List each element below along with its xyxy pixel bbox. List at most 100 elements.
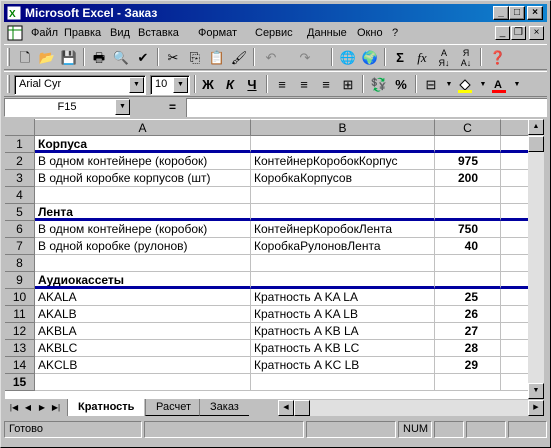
prev-sheet-icon[interactable]: ◀ xyxy=(21,401,35,415)
grid-cell[interactable]: КонтейнерКоробокКорпус xyxy=(251,153,435,170)
undo-icon[interactable]: ↶ xyxy=(260,47,282,69)
row-header[interactable]: 8 xyxy=(5,255,35,272)
grid-cell[interactable] xyxy=(435,187,501,204)
scroll-thumb[interactable] xyxy=(528,136,544,152)
grid-cell[interactable] xyxy=(501,357,528,374)
name-box[interactable]: F15 xyxy=(4,98,130,117)
bold-button[interactable]: Ж xyxy=(197,74,219,96)
formula-equals-sign[interactable]: = xyxy=(169,100,176,114)
workbook-icon[interactable] xyxy=(7,25,23,41)
title-bar[interactable]: X Microsoft Excel - Заказ _ □ × xyxy=(4,4,547,22)
sheet-tab-kratnost[interactable]: Кратность xyxy=(67,399,145,416)
next-sheet-icon[interactable]: ▶ xyxy=(35,401,49,415)
horizontal-scrollbar[interactable]: ◀ ▶ xyxy=(278,400,544,416)
print-preview-icon[interactable]: 🔍 xyxy=(110,47,132,69)
grid-cell[interactable] xyxy=(35,374,251,391)
chevron-down-icon[interactable]: ▼ xyxy=(506,74,528,96)
worksheet-grid[interactable]: A B C 1 Корпуса 2 В одном контейнере (короб… xyxy=(5,119,528,399)
formula-input[interactable] xyxy=(186,98,547,117)
web-toolbar-icon[interactable]: 🌍 xyxy=(359,47,381,69)
align-right-icon[interactable]: ≡ xyxy=(315,74,337,96)
grid-cell[interactable]: 975 xyxy=(435,153,501,170)
grid-cell[interactable]: 750 xyxy=(435,221,501,238)
row-header[interactable]: 2 xyxy=(5,153,35,170)
grid-cell[interactable]: Кратность A KA LA xyxy=(251,289,435,306)
grid-cell[interactable] xyxy=(251,255,435,272)
copy-icon[interactable]: ⎘ xyxy=(184,47,206,69)
grid-cell[interactable] xyxy=(35,187,251,204)
save-icon[interactable]: 💾 xyxy=(58,47,80,69)
grid-cell[interactable]: AKBLA xyxy=(35,323,251,340)
hyperlink-icon[interactable]: 🌐 xyxy=(337,47,359,69)
percent-button[interactable]: % xyxy=(390,74,412,96)
menu-file[interactable]: Файл xyxy=(31,27,58,39)
row-header[interactable]: 13 xyxy=(5,340,35,357)
menu-edit[interactable]: Правка xyxy=(64,27,101,39)
grid-cell[interactable]: 40 xyxy=(435,238,501,255)
row-header[interactable]: 15 xyxy=(5,374,35,391)
row-header[interactable]: 3 xyxy=(5,170,35,187)
scroll-left-icon[interactable]: ◀ xyxy=(278,400,294,416)
format-painter-icon[interactable]: 🖌 xyxy=(228,47,250,69)
doc-restore-button[interactable]: ❐ xyxy=(511,26,526,40)
grid-cell[interactable] xyxy=(435,136,501,153)
grid-cell[interactable]: 200 xyxy=(435,170,501,187)
function-icon[interactable]: fx xyxy=(411,47,433,69)
toolbar-grip[interactable] xyxy=(7,75,10,93)
grid-cell[interactable]: AKALA xyxy=(35,289,251,306)
grid-cell[interactable]: AKBLC xyxy=(35,340,251,357)
grid-cell[interactable] xyxy=(251,374,435,391)
grid-cell[interactable] xyxy=(501,255,528,272)
grid-cell[interactable] xyxy=(501,221,528,238)
sheet-tab-raschet[interactable]: Расчет xyxy=(145,399,201,416)
currency-icon[interactable]: 💱 xyxy=(368,74,390,96)
first-sheet-icon[interactable]: |◀ xyxy=(7,401,21,415)
row-header[interactable]: 5 xyxy=(5,204,35,221)
grid-cell[interactable] xyxy=(501,289,528,306)
scroll-thumb[interactable] xyxy=(294,400,310,416)
grid-cell[interactable] xyxy=(501,340,528,357)
menu-tools[interactable]: Сервис xyxy=(255,27,293,39)
grid-cell[interactable] xyxy=(435,204,501,221)
row-header[interactable]: 6 xyxy=(5,221,35,238)
doc-minimize-button[interactable]: _ xyxy=(495,26,510,40)
scroll-down-icon[interactable]: ▼ xyxy=(528,383,544,399)
autosum-icon[interactable]: Σ xyxy=(389,47,411,69)
menu-insert[interactable]: Вставка xyxy=(138,27,179,39)
sort-ascending-icon[interactable]: А Я↓ xyxy=(433,47,455,69)
vertical-scrollbar[interactable]: ▲ ▼ xyxy=(528,119,544,399)
menu-help[interactable]: ? xyxy=(392,27,398,39)
spelling-icon[interactable]: ✔ xyxy=(132,47,154,69)
grid-cell[interactable] xyxy=(501,374,528,391)
grid-cell[interactable]: В одной коробке корпусов (шт) xyxy=(35,170,251,187)
excel-app-icon[interactable]: X xyxy=(6,5,22,21)
grid-cell[interactable]: В одном контейнере (коробок) xyxy=(35,221,251,238)
scroll-right-icon[interactable]: ▶ xyxy=(528,400,544,416)
print-icon[interactable]: 🖶 xyxy=(88,47,110,69)
grid-cell[interactable]: Кратность A KB LA xyxy=(251,323,435,340)
menu-format[interactable]: Формат xyxy=(198,27,237,39)
maximize-button[interactable]: □ xyxy=(509,6,525,20)
chevron-down-icon[interactable]: ▼ xyxy=(129,77,144,93)
grid-cell[interactable]: Кратность A KC LB xyxy=(251,357,435,374)
grid-cell[interactable] xyxy=(501,187,528,204)
grid-cell[interactable]: Аудиокассеты xyxy=(35,272,251,289)
grid-cell[interactable] xyxy=(501,170,528,187)
grid-cell[interactable] xyxy=(35,255,251,272)
paste-icon[interactable]: 📋 xyxy=(206,47,228,69)
grid-cell[interactable] xyxy=(251,204,435,221)
underline-button[interactable]: Ч xyxy=(241,74,263,96)
grid-cell[interactable]: Корпуса xyxy=(35,136,251,153)
open-icon[interactable]: 📂 xyxy=(36,47,58,69)
menu-view[interactable]: Вид xyxy=(110,27,130,39)
grid-cell[interactable] xyxy=(501,323,528,340)
grid-cell[interactable] xyxy=(501,136,528,153)
column-header-b[interactable]: B xyxy=(251,119,435,136)
grid-cell[interactable]: 27 xyxy=(435,323,501,340)
sort-descending-icon[interactable]: Я А↓ xyxy=(455,47,477,69)
grid-cell[interactable] xyxy=(501,153,528,170)
row-header[interactable]: 14 xyxy=(5,357,35,374)
font-name-combo[interactable]: Arial Cyr ▼ xyxy=(14,75,146,95)
redo-icon[interactable]: ↷ xyxy=(294,47,316,69)
column-header-c[interactable]: C xyxy=(435,119,501,136)
